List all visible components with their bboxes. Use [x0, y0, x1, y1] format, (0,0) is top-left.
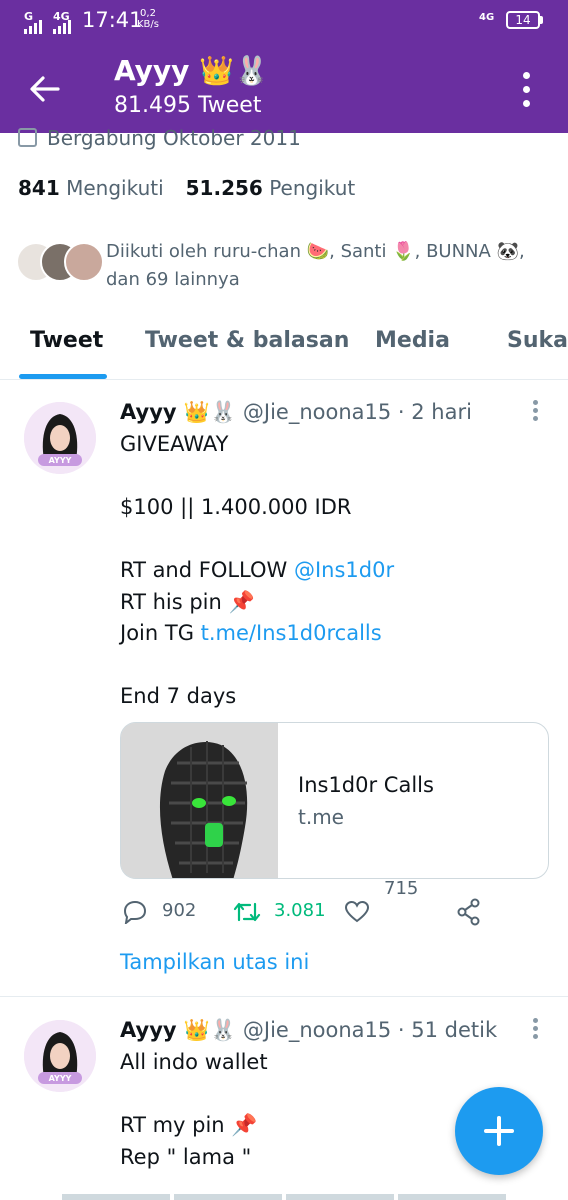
- compose-tweet-button[interactable]: [455, 1087, 543, 1175]
- signal-icon: [53, 20, 71, 34]
- tweet-text-line: All indo wallet: [120, 1050, 268, 1074]
- tweet-text-line: GIVEAWAY: [120, 432, 229, 456]
- card-domain: t.me: [298, 805, 344, 829]
- tweet-header: Ayyy 👑🐰 @Jie_noona15 · 51 detik: [120, 1018, 497, 1043]
- profile-tabs: Tweet Tweet & balasan Media Suka: [0, 318, 568, 380]
- tweet-author-name[interactable]: Ayyy 👑🐰: [120, 1018, 236, 1042]
- tab-likes[interactable]: Suka: [507, 328, 568, 353]
- tweet-text-line: RT my pin 📌: [120, 1113, 258, 1137]
- joined-text: Bergabung Oktober 2011: [47, 126, 301, 150]
- following-count: 841: [18, 176, 60, 200]
- tweet-text: Join TG: [120, 621, 201, 645]
- network-speed: 0,2 KB/s: [137, 8, 159, 30]
- link-preview-card[interactable]: Ins1d0r Calls t.me: [120, 722, 549, 879]
- url-link[interactable]: t.me/Ins1d0rcalls: [201, 621, 382, 645]
- clock: 17:41: [82, 8, 143, 32]
- following-label: Mengikuti: [66, 176, 164, 200]
- calendar-icon: [18, 128, 37, 147]
- battery-icon: 14: [506, 11, 540, 29]
- header-name: Ayyy 👑🐰: [114, 54, 269, 87]
- tweet-handle-time: @Jie_noona15 · 2 hari: [242, 400, 472, 424]
- svg-text:AYYY: AYYY: [49, 456, 72, 465]
- tweet-text-line: End 7 days: [120, 684, 237, 708]
- reply-count: 902: [162, 900, 197, 921]
- retweet-icon: [233, 902, 261, 922]
- header-tweet-count: 81.495 Tweet: [114, 93, 262, 118]
- followed-by-avatars[interactable]: [16, 242, 104, 284]
- status-bar: G 4G 17:41 0,2 KB/s 4G 14: [0, 0, 568, 44]
- like-button[interactable]: 715: [342, 878, 422, 932]
- reply-button[interactable]: 902: [120, 892, 210, 932]
- card-image: [121, 723, 278, 878]
- tweet-text-line: RT his pin 📌: [120, 590, 255, 614]
- follow-stats: 841 Mengikuti 51.256 Pengikut: [18, 176, 355, 200]
- battery-tip: [540, 16, 543, 24]
- more-options-icon[interactable]: [512, 70, 542, 110]
- tab-tweet[interactable]: Tweet: [30, 328, 103, 353]
- plus-icon: [497, 1116, 501, 1146]
- tweet-actions: 902 3.081 715: [120, 878, 560, 932]
- tweet-text-line: $100 || 1.400.000 IDR: [120, 495, 352, 519]
- network-type: 4G: [479, 12, 495, 23]
- tweet-text-line: Join TG t.me/Ins1d0rcalls: [120, 621, 382, 645]
- followed-by-text[interactable]: Diikuti oleh ruru-chan 🍉, Santi 🌷, BUNNA…: [106, 238, 556, 294]
- show-thread-link[interactable]: Tampilkan utas ini: [120, 950, 309, 974]
- tweet-text-line: Rep " lama ": [120, 1145, 252, 1169]
- avatar: [64, 242, 104, 282]
- retweet-count: 3.081: [274, 900, 326, 921]
- share-icon[interactable]: [456, 898, 482, 926]
- back-arrow-icon[interactable]: [28, 72, 62, 106]
- joined-date: Bergabung Oktober 2011: [18, 126, 301, 152]
- tweet-text-line: RT and FOLLOW @Ins1d0r: [120, 558, 394, 582]
- tweet-more-icon[interactable]: [530, 1018, 542, 1046]
- speed-value: 0,2: [140, 8, 156, 19]
- avatar[interactable]: AYYY: [24, 1020, 96, 1092]
- profile-header-bar: G 4G 17:41 0,2 KB/s 4G 14 Ayyy 👑🐰 81.495…: [0, 0, 568, 133]
- reply-icon: [123, 900, 147, 924]
- following-link[interactable]: 841 Mengikuti: [18, 176, 164, 200]
- tweet-handle-time: @Jie_noona15 · 51 detik: [242, 1018, 498, 1042]
- mention-link[interactable]: @Ins1d0r: [294, 558, 394, 582]
- tweet-text: RT and FOLLOW: [120, 558, 294, 582]
- signal-icon: [24, 20, 42, 34]
- tweet-author-name[interactable]: Ayyy 👑🐰: [120, 400, 236, 424]
- battery-level: 14: [515, 13, 531, 27]
- tweet-divider: [0, 996, 568, 997]
- tab-media[interactable]: Media: [375, 328, 450, 353]
- bottom-scroll-indicator: [62, 1194, 506, 1200]
- heart-icon: [344, 900, 370, 923]
- card-title: Ins1d0r Calls: [298, 773, 434, 797]
- active-tab-indicator: [19, 374, 107, 379]
- tab-tweet-replies[interactable]: Tweet & balasan: [145, 328, 349, 353]
- tweet-more-icon[interactable]: [530, 400, 542, 428]
- speed-unit: KB/s: [137, 19, 159, 30]
- followers-count: 51.256: [185, 176, 263, 200]
- retweet-button[interactable]: 3.081: [230, 892, 340, 932]
- like-count: 715: [384, 878, 419, 899]
- followers-label: Pengikut: [269, 176, 356, 200]
- tweet-header: Ayyy 👑🐰 @Jie_noona15 · 2 hari: [120, 400, 472, 425]
- svg-text:AYYY: AYYY: [49, 1074, 72, 1083]
- avatar[interactable]: AYYY: [24, 402, 96, 474]
- followers-link[interactable]: 51.256 Pengikut: [186, 176, 356, 200]
